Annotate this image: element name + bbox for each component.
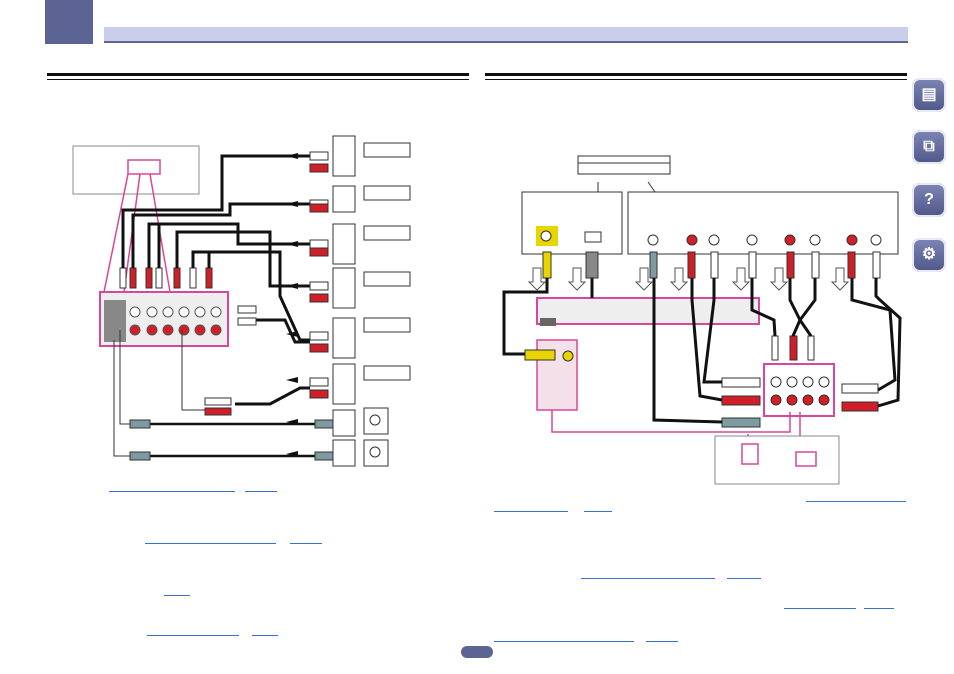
link-underline[interactable] [494,511,568,512]
link-underline[interactable] [806,501,906,502]
link-underline[interactable] [164,595,190,596]
link-underline[interactable] [252,635,278,636]
link-underline[interactable] [145,543,276,544]
right-connection-diagram [502,155,902,485]
link-underline[interactable] [581,578,715,579]
link-underline[interactable] [290,543,322,544]
link-underline[interactable] [646,641,678,642]
link-underline[interactable] [584,511,612,512]
link-underline[interactable] [494,641,634,642]
link-underline[interactable] [109,491,235,492]
link-underline[interactable] [147,635,239,636]
link-underline[interactable] [727,578,761,579]
page-number-badge [461,646,493,658]
link-underline[interactable] [864,608,894,609]
link-underline[interactable] [784,608,856,609]
link-underline[interactable] [245,491,277,492]
